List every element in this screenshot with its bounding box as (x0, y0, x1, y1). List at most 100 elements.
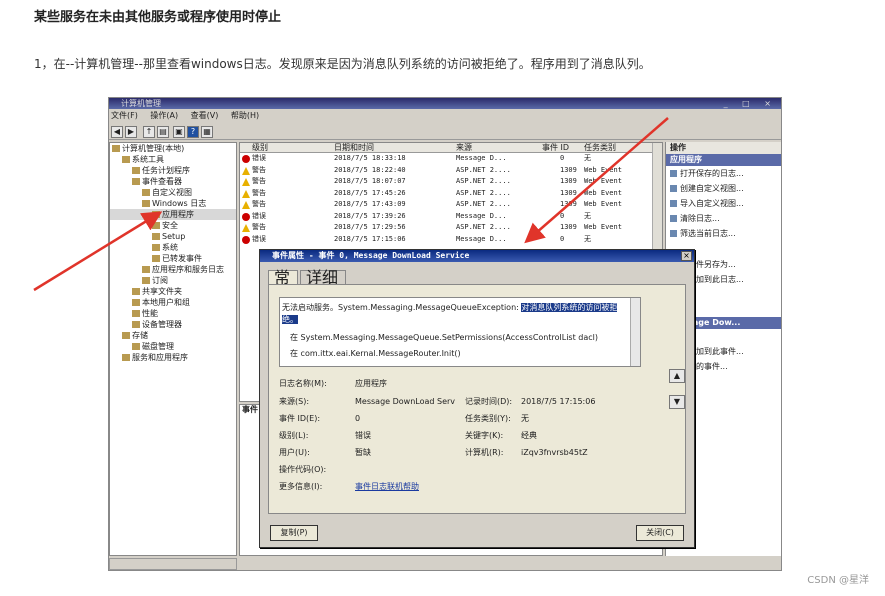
tree-item[interactable]: 应用程序和服务日志 (110, 264, 236, 275)
error-icon (242, 235, 250, 244)
folder-icon (122, 332, 130, 339)
folder-icon (122, 354, 130, 361)
action-icon (670, 215, 677, 222)
event-cell-cat: 无 (584, 154, 591, 162)
menu-action[interactable]: 操作(A) (150, 111, 178, 120)
tree-item-label: 事件查看器 (142, 177, 182, 186)
message-highlight-2: 绝。 (282, 315, 298, 324)
tree-item[interactable]: 系统工具 (110, 154, 236, 165)
tree-item[interactable]: 服务和应用程序 (110, 352, 236, 363)
event-row[interactable]: 警告 2018/7/5 17:45:26 ASP.NET 2.... 1309 Web … (240, 188, 662, 200)
tree-item-label: 订阅 (152, 276, 168, 285)
tree-item[interactable]: 磁盘管理 (110, 341, 236, 352)
tree-item[interactable]: 应用程序 (110, 209, 236, 220)
event-cell-time: 2018/7/5 18:07:07 (334, 177, 406, 185)
csdn-watermark: CSDN @星洋 (807, 575, 869, 586)
tree-item-label: 存储 (132, 331, 148, 340)
copy-button[interactable]: 复制(P) (270, 525, 318, 541)
folder-icon (142, 277, 150, 284)
tree-item-label: 系统工具 (132, 155, 164, 164)
event-row[interactable]: 警告 2018/7/5 18:22:40 ASP.NET 2.... 1309 Web … (240, 165, 662, 177)
action-item[interactable]: 清除日志... (666, 211, 781, 226)
tree-item-label: 性能 (142, 309, 158, 318)
tree-item[interactable]: 共享文件夹 (110, 286, 236, 297)
up-folder-icon[interactable]: ↑ (143, 126, 155, 138)
event-cell-cat: 无 (584, 211, 591, 220)
action-item[interactable]: 打开保存的日志... (666, 166, 781, 181)
event-row[interactable]: 警告 2018/7/5 17:29:56 ASP.NET 2.... 1309 Web … (240, 222, 662, 234)
dialog-close-icon[interactable]: × (681, 251, 692, 261)
menu-help[interactable]: 帮助(H) (231, 111, 259, 120)
tree-item-label: 共享文件夹 (142, 287, 182, 296)
tree-item[interactable]: Windows 日志 (110, 198, 236, 209)
event-row[interactable]: 错误 2018/7/5 17:39:26 Message D... 0 无 (240, 211, 662, 223)
close-button[interactable]: 关闭(C) (636, 525, 684, 541)
col-level[interactable]: 级别 (252, 143, 268, 153)
tree-item-label: Windows 日志 (152, 199, 207, 208)
event-cell-level: 警告 (252, 188, 266, 197)
error-icon (242, 155, 250, 163)
action-item[interactable]: 筛选当前日志... (666, 226, 781, 241)
event-cell-source: ASP.NET 2.... (456, 200, 511, 208)
help-icon[interactable]: ? (187, 126, 199, 138)
action-item-label: 筛选当前日志... (680, 229, 736, 238)
event-row[interactable]: 错误 2018/7/5 17:15:06 Message D... 0 无 (240, 234, 662, 246)
tree-item[interactable]: 设备管理器 (110, 319, 236, 330)
folder-icon (152, 222, 160, 229)
event-cell-cat: Web Event (584, 223, 622, 231)
col-datetime[interactable]: 日期和时间 (334, 143, 374, 153)
event-cell-id: 1309 (560, 177, 577, 185)
folder-icon (122, 156, 130, 163)
tree-item[interactable]: 本地用户和组 (110, 297, 236, 308)
window-controls[interactable]: _ □ × (724, 98, 777, 109)
scroll-down-icon[interactable]: ▼ (669, 395, 685, 409)
event-row[interactable]: 错误 2018/7/5 18:33:18 Message D... 0 无 (240, 153, 662, 165)
view-icon[interactable]: ▦ (201, 126, 213, 138)
back-icon[interactable]: ◀ (111, 126, 123, 138)
actions-section-application[interactable]: 应用程序 (666, 154, 781, 166)
more-info-link[interactable]: 事件日志联机帮助 (355, 482, 419, 492)
source-label: 来源(S): (279, 397, 310, 406)
task-value: 无 (521, 414, 529, 423)
tree-item[interactable]: 已转发事件 (110, 253, 236, 264)
tab-general[interactable]: 常规 (268, 270, 298, 300)
message-scrollbar[interactable] (630, 298, 640, 366)
event-cell-time: 2018/7/5 17:45:26 (334, 188, 406, 197)
event-cell-cat: Web Event (584, 165, 622, 174)
tree-item[interactable]: 存储 (110, 330, 236, 341)
tree-item[interactable]: 任务计划程序 (110, 165, 236, 176)
show-tree-icon[interactable]: ▤ (157, 126, 169, 138)
computer-value: iZqv3fnvrsb45tZ (521, 448, 588, 457)
event-cell-level: 警告 (252, 223, 266, 231)
tree-item-label: 应用程序和服务日志 (152, 265, 224, 274)
tree-item[interactable]: 订阅 (110, 275, 236, 286)
tab-details[interactable]: 详细信息 (300, 270, 346, 300)
scroll-up-icon[interactable]: ▲ (669, 369, 685, 383)
event-cell-level: 警告 (252, 177, 266, 185)
tree-hscrollbar[interactable] (109, 558, 237, 570)
tree-item[interactable]: 自定义视图 (110, 187, 236, 198)
col-source[interactable]: 来源 (456, 143, 472, 153)
forward-icon[interactable]: ▶ (125, 126, 137, 138)
tree-item[interactable]: 性能 (110, 308, 236, 319)
properties-icon[interactable]: ▣ (173, 126, 185, 138)
folder-icon (132, 288, 140, 295)
tree-item[interactable]: Setup (110, 231, 236, 242)
event-rows: 错误 2018/7/5 18:33:18 Message D... 0 无警告 2018/… (240, 153, 662, 245)
event-cell-source: ASP.NET 2.... (456, 165, 511, 174)
menu-view[interactable]: 查看(V) (191, 111, 219, 120)
action-item[interactable]: 导入自定义视图... (666, 196, 781, 211)
action-item[interactable]: 创建自定义视图... (666, 181, 781, 196)
folder-icon (152, 211, 160, 218)
tree-item[interactable]: 事件查看器 (110, 176, 236, 187)
col-event-id[interactable]: 事件 ID (542, 143, 569, 153)
event-message-box[interactable]: 无法启动服务。System.Messaging.MessageQueueExce… (279, 297, 641, 367)
menu-file[interactable]: 文件(F) (111, 111, 138, 120)
tree-item-label: 服务和应用程序 (132, 353, 188, 362)
col-task-category[interactable]: 任务类别 (584, 143, 616, 153)
tree-item[interactable]: 系统 (110, 242, 236, 253)
event-row[interactable]: 警告 2018/7/5 17:43:09 ASP.NET 2.... 1309 Web … (240, 199, 662, 211)
event-row[interactable]: 警告 2018/7/5 18:07:07 ASP.NET 2.... 1309 Web … (240, 176, 662, 188)
tree-item[interactable]: 计算机管理(本地) (110, 143, 236, 154)
tree-item[interactable]: 安全 (110, 220, 236, 231)
